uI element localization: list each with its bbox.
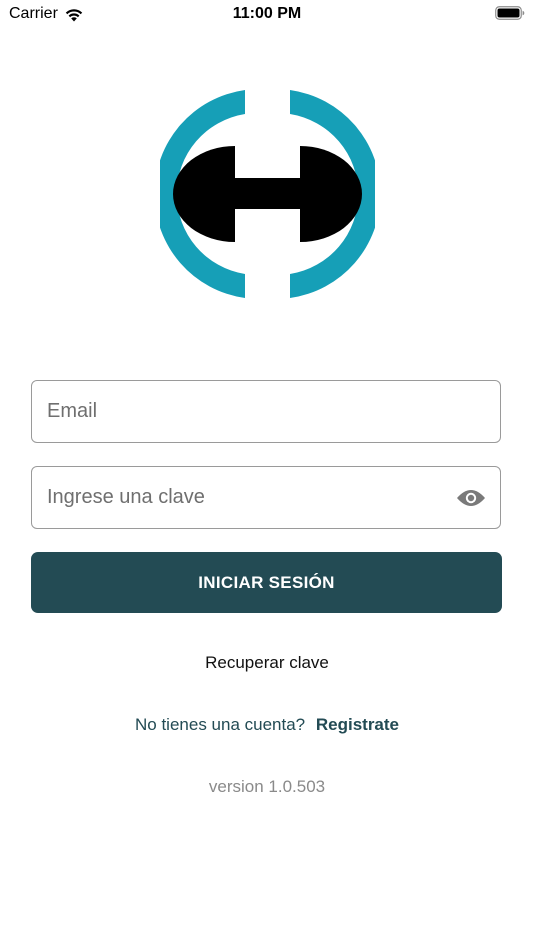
version-label: version 1.0.503 — [208, 777, 326, 796]
email-field[interactable] — [31, 380, 501, 443]
eye-icon[interactable] — [456, 487, 486, 509]
recover-password-link[interactable]: Recuperar clave — [0, 653, 534, 673]
password-field[interactable] — [31, 466, 501, 529]
email-input[interactable] — [47, 381, 447, 442]
battery-full-icon — [495, 6, 525, 20]
login-button[interactable]: INICIAR SESIÓN — [31, 552, 502, 613]
status-bar: Carrier 11:00 PM — [0, 0, 534, 28]
status-time: 11:00 PM — [232, 5, 302, 22]
h-logo-icon — [160, 90, 375, 298]
register-prompt: No tienes una cuenta? — [135, 715, 306, 734]
register-row: No tienes una cuenta? Registrate — [0, 715, 534, 735]
register-link[interactable]: Registrate — [316, 715, 399, 734]
password-input[interactable] — [47, 467, 447, 528]
login-screen: Carrier 11:00 PM Email INICIAR SESIÓN Re… — [0, 0, 534, 950]
